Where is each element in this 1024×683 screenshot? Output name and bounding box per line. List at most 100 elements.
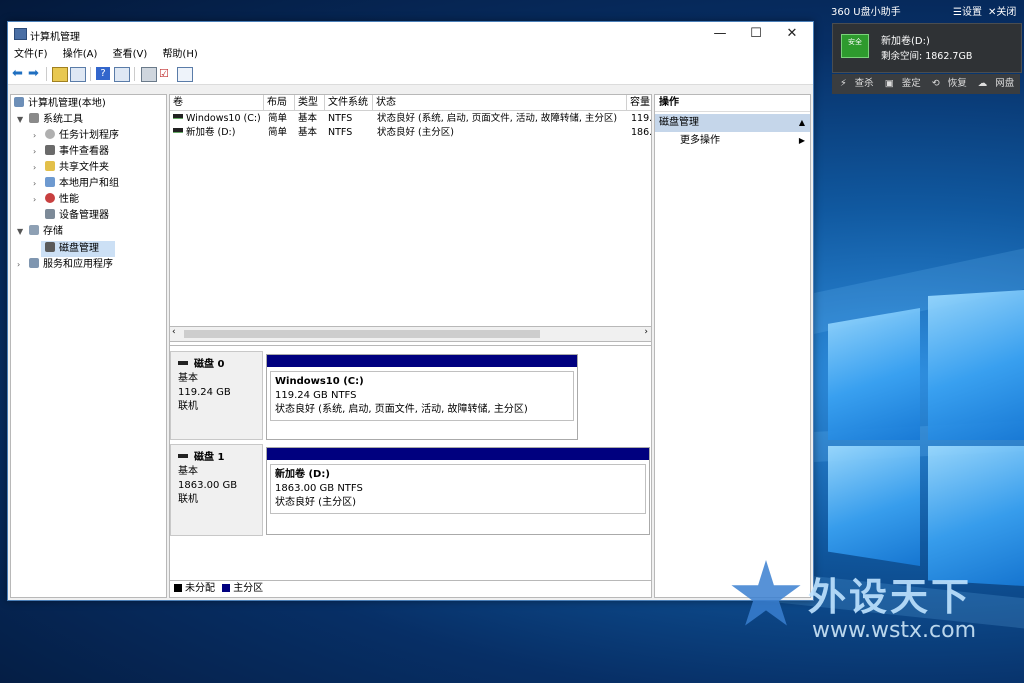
list-view-icon[interactable] bbox=[177, 67, 193, 82]
drive-card[interactable]: 安全 新加卷(D:) 剩余空间: 1862.7GB bbox=[832, 23, 1022, 73]
toolbar-separator bbox=[46, 67, 47, 81]
scrollbar-thumb[interactable] bbox=[184, 330, 540, 338]
maximize-button[interactable]: ☐ bbox=[744, 25, 768, 43]
tree-disk-management[interactable]: 磁盘管理 bbox=[41, 241, 115, 257]
more-actions-label: 更多操作 bbox=[680, 135, 720, 146]
type-cell: 基本 bbox=[298, 113, 318, 124]
layout-cell: 简单 bbox=[268, 113, 288, 124]
volume-list: 卷 布局 类型 文件系统 状态 容量 Windows10 (C:) 简单 基本 … bbox=[169, 94, 652, 348]
drive-name: 新加卷(D:) bbox=[881, 36, 930, 47]
chevron-right-icon[interactable]: › bbox=[33, 147, 36, 156]
tree-storage[interactable]: 存储 bbox=[29, 224, 63, 240]
disk-1-title: 磁盘 1 bbox=[178, 451, 262, 465]
filesystem-cell: NTFS bbox=[328, 113, 353, 124]
disk-0-state: 联机 bbox=[178, 401, 198, 412]
column-header-capacity[interactable]: 容量 bbox=[627, 95, 651, 111]
partition-c-status: 状态良好 (系统, 启动, 页面文件, 活动, 故障转储, 主分区) bbox=[275, 404, 528, 415]
partition-d-status: 状态良好 (主分区) bbox=[275, 497, 356, 508]
forward-arrow-icon[interactable]: ➡ bbox=[28, 67, 42, 80]
check-icon[interactable]: ☑ bbox=[159, 67, 173, 80]
tree-device-manager-label: 设备管理器 bbox=[59, 210, 109, 221]
minimize-button[interactable]: — bbox=[708, 25, 732, 43]
identify-button[interactable]: ▣ 鉴定 bbox=[885, 74, 921, 94]
tree-event-viewer[interactable]: 事件查看器 bbox=[45, 144, 109, 160]
more-actions[interactable]: 更多操作 ▶ bbox=[655, 132, 810, 150]
legend-unallocated: 未分配 bbox=[185, 583, 215, 594]
volume-cell: Windows10 (C:) bbox=[173, 112, 261, 126]
identify-label: 鉴定 bbox=[901, 78, 921, 89]
close-button[interactable]: ✕ bbox=[780, 25, 804, 43]
column-header-type[interactable]: 类型 bbox=[295, 95, 325, 111]
recover-button[interactable]: ⟲ 恢复 bbox=[932, 74, 967, 94]
tree-services[interactable]: 服务和应用程序 bbox=[29, 257, 113, 273]
performance-icon bbox=[45, 193, 55, 203]
primary-swatch bbox=[222, 584, 231, 592]
up-folder-icon[interactable] bbox=[52, 67, 68, 82]
watermark: 外设天下 www.wstx.com bbox=[730, 560, 1020, 655]
tools-icon bbox=[29, 113, 39, 123]
partition-d-label: 新加卷 (D:) bbox=[275, 469, 330, 480]
column-header-volume[interactable]: 卷 bbox=[170, 95, 264, 111]
legend: 未分配 主分区 bbox=[169, 580, 652, 598]
scan-label: 查杀 bbox=[854, 78, 874, 89]
menu-view[interactable]: 查看(V) bbox=[113, 46, 148, 64]
tree-local-users[interactable]: 本地用户和组 bbox=[45, 176, 119, 192]
connect-icon[interactable] bbox=[141, 67, 157, 82]
menu-action[interactable]: 操作(A) bbox=[63, 46, 98, 64]
column-header-filesystem[interactable]: 文件系统 bbox=[325, 95, 373, 111]
usb-drive-icon: 安全 bbox=[841, 34, 869, 58]
show-hide-tree-icon[interactable] bbox=[70, 67, 86, 82]
tree-performance[interactable]: 性能 bbox=[45, 192, 79, 208]
properties-icon[interactable] bbox=[114, 67, 130, 82]
partition-d[interactable]: 新加卷 (D:) 1863.00 GB NTFS 状态良好 (主分区) bbox=[266, 447, 650, 535]
event-viewer-icon bbox=[45, 145, 55, 155]
title-bar[interactable]: 计算机管理 — ☐ ✕ bbox=[8, 22, 813, 46]
services-icon bbox=[29, 258, 39, 268]
toolbar-separator bbox=[134, 67, 135, 81]
partition-d-size: 1863.00 GB NTFS bbox=[275, 483, 363, 494]
chevron-right-icon[interactable]: › bbox=[33, 131, 36, 140]
tree-shared-folders[interactable]: 共享文件夹 bbox=[45, 160, 109, 176]
back-arrow-icon[interactable]: ⬅ bbox=[12, 67, 26, 80]
partition-c[interactable]: Windows10 (C:) 119.24 GB NTFS 状态良好 (系统, … bbox=[266, 354, 578, 440]
menu-file[interactable]: 文件(F) bbox=[14, 46, 48, 64]
disk-0-label[interactable]: 磁盘 0 基本 119.24 GB 联机 bbox=[170, 351, 263, 440]
tree-device-manager[interactable]: 设备管理器 bbox=[45, 208, 109, 224]
chevron-right-icon[interactable]: › bbox=[17, 260, 20, 269]
volume-name: Windows10 (C:) bbox=[186, 113, 261, 124]
star-logo-icon bbox=[731, 560, 801, 626]
device-manager-icon bbox=[45, 209, 55, 219]
tree-root-label: 计算机管理(本地) bbox=[28, 98, 106, 109]
tree-system-tools[interactable]: 系统工具 bbox=[29, 112, 83, 128]
collapse-arrow-icon[interactable]: ▲ bbox=[799, 114, 805, 132]
scroll-right-icon[interactable]: › bbox=[644, 327, 648, 337]
unallocated-swatch bbox=[174, 584, 182, 592]
chevron-right-icon[interactable]: › bbox=[33, 163, 36, 172]
chevron-right-icon[interactable]: › bbox=[33, 179, 36, 188]
toolbar-separator bbox=[90, 67, 91, 81]
chevron-right-icon[interactable]: › bbox=[33, 195, 36, 204]
column-header-layout[interactable]: 布局 bbox=[264, 95, 295, 111]
status-cell: 状态良好 (系统, 启动, 页面文件, 活动, 故障转储, 主分区) bbox=[377, 113, 618, 124]
disk-1-label[interactable]: 磁盘 1 基本 1863.00 GB 联机 bbox=[170, 444, 263, 536]
safe-badge: 安全 bbox=[848, 38, 862, 46]
status-cell: 状态良好 (主分区) bbox=[377, 127, 454, 138]
tree-task-scheduler[interactable]: 任务计划程序 bbox=[45, 128, 119, 144]
horizontal-scrollbar[interactable]: ‹ › bbox=[169, 326, 652, 342]
scroll-left-icon[interactable]: ‹ bbox=[172, 327, 176, 337]
settings-button[interactable]: ☰设置 bbox=[953, 4, 982, 22]
actions-disk-management[interactable]: 磁盘管理 ▲ bbox=[655, 114, 810, 132]
disk-1-type: 基本 bbox=[178, 466, 198, 477]
navigation-tree: 计算机管理(本地) ▼ 系统工具 › 任务计划程序 › 事件查看器 › 共享文件… bbox=[10, 94, 167, 598]
computer-management-window: 计算机管理 — ☐ ✕ 文件(F) 操作(A) 查看(V) 帮助(H) ⬅ ➡ … bbox=[7, 21, 814, 601]
close-widget-button[interactable]: ✕关闭 bbox=[988, 4, 1016, 22]
disk-1-size: 1863.00 GB bbox=[178, 480, 238, 491]
chevron-down-icon[interactable]: ▼ bbox=[17, 227, 23, 236]
help-icon[interactable]: ? bbox=[96, 67, 110, 80]
chevron-down-icon[interactable]: ▼ bbox=[17, 115, 23, 124]
cloud-button[interactable]: ☁ 网盘 bbox=[978, 74, 1015, 94]
scan-button[interactable]: ⚡ 查杀 bbox=[840, 74, 874, 94]
column-header-status[interactable]: 状态 bbox=[373, 95, 627, 111]
tree-root[interactable]: 计算机管理(本地) bbox=[14, 96, 106, 112]
menu-help[interactable]: 帮助(H) bbox=[162, 46, 197, 64]
